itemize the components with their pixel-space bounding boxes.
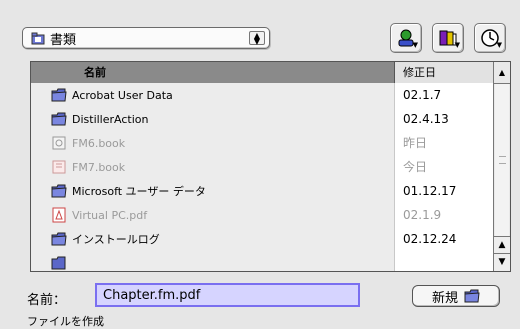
list-item-name: FM7.book: [72, 160, 126, 174]
list-item-partial[interactable]: [31, 251, 494, 271]
new-folder-label: 新規: [431, 290, 458, 306]
folder-icon: [51, 256, 66, 270]
location-label: 書類: [50, 32, 77, 48]
folder-icon: [464, 289, 480, 303]
folder-icon: [51, 112, 67, 126]
dropdown-arrow-icon: ▼: [412, 41, 418, 49]
list-item-name: DistillerAction: [72, 112, 149, 126]
popup-arrows-icon: ▲ ▼: [249, 31, 265, 46]
book-file-icon: [52, 136, 66, 150]
list-item-date: 今日: [395, 155, 494, 179]
list-item-name: FM6.book: [72, 136, 126, 150]
toolbar-favorites-button[interactable]: ▼: [432, 23, 464, 53]
folder-icon: [31, 32, 45, 44]
column-header-date[interactable]: 修正日: [395, 62, 494, 83]
folder-icon: [51, 184, 67, 198]
list-item-name: Microsoft ユーザー データ: [72, 185, 206, 198]
scroll-top-arrow-icon[interactable]: ▲: [494, 62, 510, 84]
list-item[interactable]: FM6.book 昨日: [31, 131, 494, 155]
list-item-date: 02.1.7: [395, 83, 494, 107]
list-item-date: 02.4.13: [395, 107, 494, 131]
folder-icon: [51, 88, 67, 102]
list-item[interactable]: DistillerAction 02.4.13: [31, 107, 494, 131]
list-item[interactable]: インストールログ 02.12.24: [31, 227, 494, 251]
file-name-label: 名前：: [27, 293, 67, 308]
list-item[interactable]: FM7.book 今日: [31, 155, 494, 179]
list-item-date: 02.12.24: [395, 227, 494, 251]
column-header-name[interactable]: 名前: [31, 62, 395, 83]
scroll-down-arrow-icon[interactable]: ▼: [494, 253, 510, 271]
toolbar-recent-button[interactable]: ▼: [474, 23, 506, 53]
list-item-date: 02.1.9: [395, 203, 494, 227]
list-item-date: 01.12.17: [395, 179, 494, 203]
grip-icon: [499, 156, 506, 164]
list-header: 名前 修正日: [31, 62, 494, 83]
book-file-icon: [52, 160, 66, 174]
list-item-name: インストールログ: [72, 233, 160, 246]
pdf-file-icon: [52, 207, 66, 223]
location-popup[interactable]: 書類 ▲ ▼: [22, 27, 270, 49]
scroll-thumb[interactable]: [495, 84, 509, 236]
list-item-name: Acrobat User Data: [72, 88, 173, 102]
list-rows: Acrobat User Data 02.1.7 DistillerAction…: [31, 83, 494, 271]
toolbar-user-button[interactable]: ▼: [390, 23, 422, 53]
folder-icon: [51, 232, 67, 246]
file-name-input[interactable]: [95, 283, 360, 307]
file-list[interactable]: 名前 修正日 Acrobat User Data 02.1.7 Distille…: [30, 61, 511, 272]
scroll-up-arrow-icon[interactable]: ▲: [494, 236, 510, 254]
list-item-name: Virtual PC.pdf: [72, 208, 148, 222]
list-item[interactable]: Acrobat User Data 02.1.7: [31, 83, 494, 107]
dropdown-arrow-icon: ▼: [454, 41, 460, 49]
list-item[interactable]: Microsoft ユーザー データ 01.12.17: [31, 179, 494, 203]
new-folder-button[interactable]: 新規: [412, 285, 500, 307]
dropdown-arrow-icon: ▼: [496, 41, 502, 49]
vertical-scrollbar[interactable]: ▲ ▲ ▼: [493, 62, 510, 271]
list-item-date: 昨日: [395, 131, 494, 155]
list-item[interactable]: Virtual PC.pdf 02.1.9: [31, 203, 494, 227]
